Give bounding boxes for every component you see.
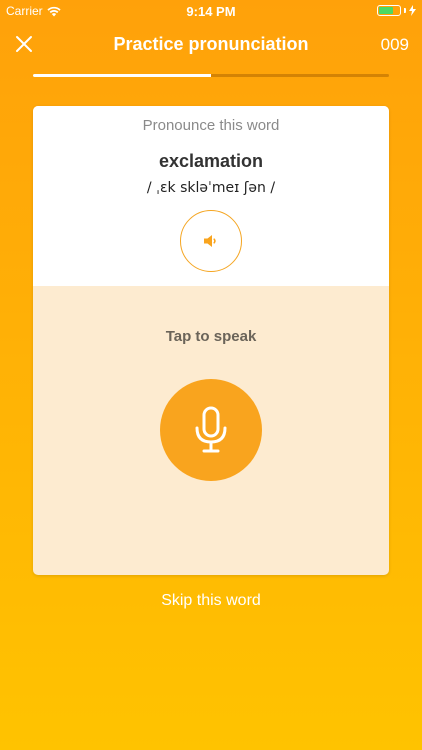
microphone-icon	[195, 406, 227, 453]
word-counter: 009	[380, 35, 409, 54]
pronunciation-card: Pronounce this word exclamation / ˌɛk sk…	[33, 106, 389, 575]
progress-fill	[33, 74, 211, 77]
lightning-icon	[409, 5, 416, 16]
battery-icon	[377, 5, 401, 16]
header: Practice pronunciation 009	[0, 26, 422, 62]
target-word: exclamation	[158, 151, 264, 171]
tap-to-speak-label: Tap to speak	[165, 328, 257, 345]
phonetic-transcription: / ˌɛk skləˈmeɪ ʃən /	[146, 180, 276, 196]
progress-bar	[33, 74, 389, 77]
prompt-text: Pronounce this word	[142, 117, 280, 134]
battery-indicator	[377, 5, 416, 16]
page-title: Practice pronunciation	[113, 34, 309, 54]
status-bar: Carrier 9:14 PM	[0, 0, 422, 22]
word-panel: Pronounce this word exclamation / ˌɛk sk…	[33, 106, 389, 286]
record-button[interactable]	[160, 379, 262, 481]
skip-word-button[interactable]: Skip this word	[0, 592, 422, 610]
status-time: 9:14 PM	[186, 4, 236, 19]
play-audio-button[interactable]	[180, 210, 242, 272]
speaker-icon	[204, 235, 216, 247]
